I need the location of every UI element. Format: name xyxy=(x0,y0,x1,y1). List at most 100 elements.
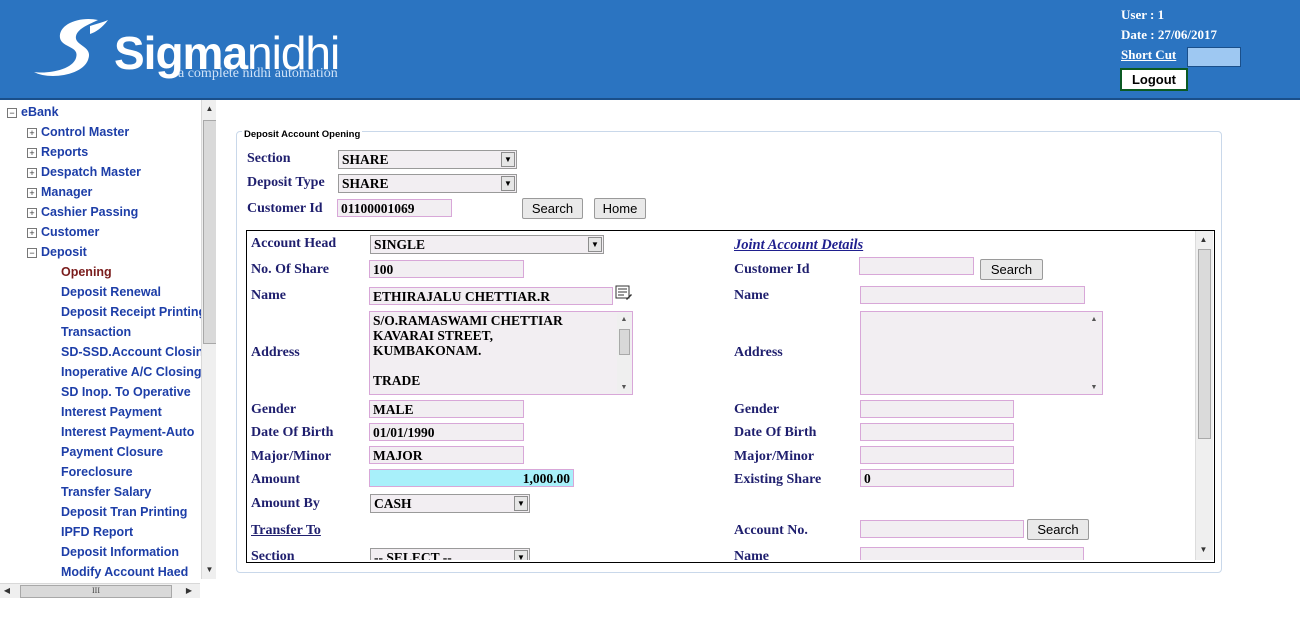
home-button[interactable]: Home xyxy=(594,198,646,219)
scroll-down-icon[interactable]: ▼ xyxy=(202,563,216,577)
scroll-left-icon[interactable]: ◀ xyxy=(2,584,12,598)
section-select[interactable]: SHARE ▼ xyxy=(338,150,517,169)
joint-gender-field[interactable] xyxy=(860,400,1014,418)
chevron-down-icon[interactable]: ▼ xyxy=(514,496,528,511)
sidebar-item-foreclosure[interactable]: Foreclosure xyxy=(0,462,201,482)
customer-search-button[interactable]: Search xyxy=(522,198,583,219)
scroll-down-icon[interactable]: ▼ xyxy=(1087,381,1101,393)
transfer-to-link[interactable]: Transfer To xyxy=(251,523,321,539)
no-of-share-field[interactable]: 100 xyxy=(369,260,524,278)
expand-icon[interactable]: + xyxy=(27,207,37,218)
no-of-share-label: No. Of Share xyxy=(251,262,329,277)
sidebar-item-customer[interactable]: + Customer xyxy=(0,222,201,242)
scroll-down-icon[interactable]: ▼ xyxy=(617,381,631,393)
sidebar-item-interest-payment-auto[interactable]: Interest Payment-Auto xyxy=(0,422,201,442)
joint-address-textarea[interactable]: ▲ ▼ xyxy=(860,311,1103,395)
account-no-label: Account No. xyxy=(734,523,808,538)
address-textarea[interactable]: S/O.RAMASWAMI CHETTIAR KAVARAI STREET, K… xyxy=(369,311,633,395)
sidebar-item-control-master[interactable]: + Control Master xyxy=(0,122,201,142)
scroll-up-icon[interactable]: ▲ xyxy=(1196,233,1211,247)
expand-icon[interactable]: + xyxy=(27,187,37,198)
sidebar-item-sd-ssd-account-closing[interactable]: SD-SSD.Account Closing xyxy=(0,342,201,362)
chevron-down-icon[interactable]: ▼ xyxy=(501,176,515,191)
account-head-select[interactable]: SINGLE ▼ xyxy=(370,235,604,254)
sidebar-item-interest-payment[interactable]: Interest Payment xyxy=(0,402,201,422)
dob-field[interactable]: 01/01/1990 xyxy=(369,423,524,441)
expand-icon[interactable]: + xyxy=(27,127,37,138)
account-no-field[interactable] xyxy=(860,520,1024,538)
major-minor-field[interactable]: MAJOR xyxy=(369,446,524,464)
scroll-up-icon[interactable]: ▲ xyxy=(1087,313,1101,325)
address-scrollbar[interactable]: ▲ ▼ xyxy=(617,313,631,393)
chevron-down-icon[interactable]: ▼ xyxy=(514,550,528,560)
account-no-search-button[interactable]: Search xyxy=(1027,519,1089,540)
collapse-icon[interactable]: − xyxy=(7,107,17,118)
customer-id-field[interactable]: 01100001069 xyxy=(337,199,452,217)
amount-field[interactable]: 1,000.00 xyxy=(369,469,574,487)
sidebar-hscroll-thumb[interactable]: III xyxy=(20,585,172,598)
edit-note-icon[interactable] xyxy=(615,285,633,301)
sidebar-item-transaction[interactable]: Transaction xyxy=(0,322,201,342)
logout-button[interactable]: Logout xyxy=(1120,68,1188,91)
address-line: TRADE xyxy=(373,373,421,388)
joint-address-label: Address xyxy=(734,345,783,360)
chevron-down-icon[interactable]: ▼ xyxy=(501,152,515,167)
name-field[interactable]: ETHIRAJALU CHETTIAR.R xyxy=(369,287,613,305)
sidebar-item-sd-inop-to-operative[interactable]: SD Inop. To Operative xyxy=(0,382,201,402)
sidebar-item-transfer-salary[interactable]: Transfer Salary xyxy=(0,482,201,502)
account-details-box xyxy=(246,230,1215,563)
scroll-down-icon[interactable]: ▼ xyxy=(1196,543,1211,557)
panel-title: Deposit Account Opening xyxy=(242,129,363,140)
details-vertical-scrollbar[interactable]: ▲ ▼ xyxy=(1195,231,1213,560)
sidebar-item-ipfd-report[interactable]: IPFD Report xyxy=(0,522,201,542)
sidebar-horizontal-scrollbar[interactable]: ◀ III ▶ xyxy=(0,583,200,598)
address-scroll-thumb[interactable] xyxy=(619,329,630,355)
joint-address-scrollbar[interactable]: ▲ ▼ xyxy=(1087,313,1101,393)
gender-label: Gender xyxy=(251,402,297,417)
joint-name2-field[interactable] xyxy=(860,547,1084,560)
sidebar-item-opening[interactable]: Opening xyxy=(0,262,201,282)
sidebar-item-payment-closure[interactable]: Payment Closure xyxy=(0,442,201,462)
expand-icon[interactable]: + xyxy=(27,147,37,158)
scroll-up-icon[interactable]: ▲ xyxy=(617,313,631,325)
sidebar-item-deposit-renewal[interactable]: Deposit Renewal xyxy=(0,282,201,302)
expand-icon[interactable]: + xyxy=(27,227,37,238)
joint-customer-id-label: Customer Id xyxy=(734,262,810,277)
sidebar-item-deposit-receipt-printing[interactable]: Deposit Receipt Printing xyxy=(0,302,201,322)
amount-label: Amount xyxy=(251,472,301,487)
app-header: Sigmanidhi a complete nidhi automation U… xyxy=(0,0,1300,100)
sidebar-item-deposit-tran-printing[interactable]: Deposit Tran Printing xyxy=(0,502,201,522)
sidebar-item-deposit-information[interactable]: Deposit Information xyxy=(0,542,201,562)
sidebar-item-deposit[interactable]: − Deposit xyxy=(0,242,201,262)
deposit-type-label: Deposit Type xyxy=(247,175,325,190)
sidebar-item-reports[interactable]: + Reports xyxy=(0,142,201,162)
joint-name-label: Name xyxy=(734,288,769,303)
sidebar-item-manager[interactable]: + Manager xyxy=(0,182,201,202)
logo-tagline: a complete nidhi automation xyxy=(178,66,338,81)
details-scroll-thumb[interactable] xyxy=(1198,249,1211,439)
shortcut-input[interactable] xyxy=(1187,47,1241,67)
joint-customer-search-button[interactable]: Search xyxy=(980,259,1043,280)
sidebar-scroll-thumb[interactable] xyxy=(203,120,216,344)
joint-gender-label: Gender xyxy=(734,402,780,417)
deposit-type-select[interactable]: SHARE ▼ xyxy=(338,174,517,193)
chevron-down-icon[interactable]: ▼ xyxy=(588,237,602,252)
joint-dob-field[interactable] xyxy=(860,423,1014,441)
scroll-up-icon[interactable]: ▲ xyxy=(202,102,216,116)
joint-name-field[interactable] xyxy=(860,286,1085,304)
gender-field[interactable]: MALE xyxy=(369,400,524,418)
amount-by-select[interactable]: CASH ▼ xyxy=(370,494,530,513)
transfer-section-select[interactable]: -- SELECT -- ▼ xyxy=(370,548,530,560)
joint-customer-id-field[interactable] xyxy=(859,257,974,275)
existing-share-field[interactable]: 0 xyxy=(860,469,1014,487)
sidebar-item-cashier-passing[interactable]: + Cashier Passing xyxy=(0,202,201,222)
sidebar-item-inoperative-ac-closing[interactable]: Inoperative A/C Closing xyxy=(0,362,201,382)
joint-major-minor-field[interactable] xyxy=(860,446,1014,464)
scroll-right-icon[interactable]: ▶ xyxy=(184,584,194,598)
sidebar-vertical-scrollbar[interactable]: ▲ ▼ xyxy=(201,100,216,579)
expand-icon[interactable]: + xyxy=(27,167,37,178)
collapse-icon[interactable]: − xyxy=(27,247,37,258)
tree-root-ebank[interactable]: − eBank xyxy=(0,102,201,122)
sidebar-item-modify-account-haed[interactable]: Modify Account Haed xyxy=(0,562,201,582)
sidebar-item-despatch-master[interactable]: + Despatch Master xyxy=(0,162,201,182)
